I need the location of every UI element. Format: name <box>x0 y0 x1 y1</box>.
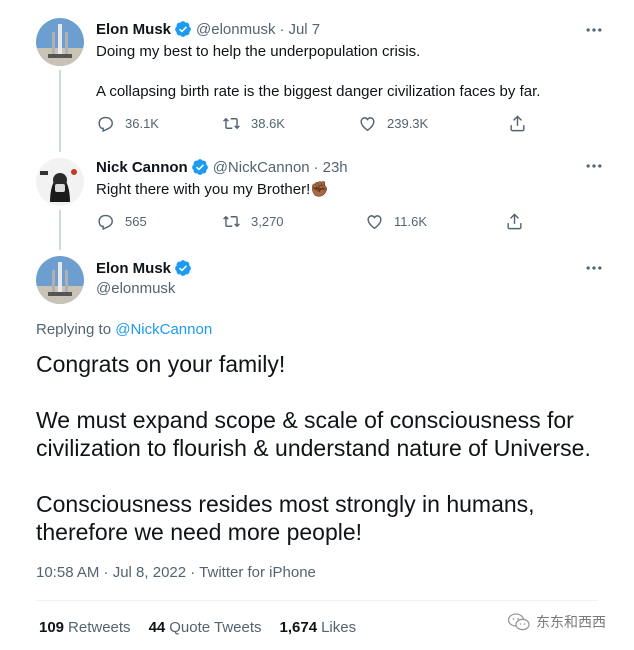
share-icon <box>507 213 522 230</box>
retweet-button[interactable]: 38.6K <box>222 114 358 133</box>
author-handle[interactable]: @elonmusk <box>96 279 175 299</box>
author-handle[interactable]: @elonmusk <box>196 21 275 38</box>
wechat-icon <box>508 613 530 631</box>
verified-badge-icon <box>191 159 208 175</box>
likes-label: Likes <box>321 619 357 636</box>
heart-icon <box>367 215 382 230</box>
main-tweet-text-line: Consciousness resides most strongly in h… <box>36 491 535 517</box>
share-button[interactable] <box>508 114 527 133</box>
main-tweet-text-line: We must expand scope & scale of consciou… <box>36 407 574 433</box>
author-name[interactable]: Nick Cannon <box>96 159 188 176</box>
tweet-header: Nick Cannon @NickCannon · 23h <box>96 158 348 176</box>
retweet-icon <box>223 117 240 130</box>
reply-button[interactable]: 36.1K <box>96 114 222 133</box>
reply-icon <box>98 214 113 231</box>
watermark: 东东和西西 <box>508 612 606 632</box>
engagement-stats: 109 Retweets 44 Quote Tweets 1,674 Likes <box>39 619 374 636</box>
like-count: 11.6K <box>394 214 428 229</box>
more-options-icon[interactable] <box>584 156 604 176</box>
avatar-elon-musk[interactable] <box>36 18 84 66</box>
retweet-button[interactable]: 3,270 <box>222 212 365 231</box>
retweets-stat[interactable]: 109 Retweets <box>39 619 131 636</box>
heart-icon <box>360 117 375 132</box>
more-options-icon[interactable] <box>584 20 604 40</box>
quote-tweets-count: 44 <box>148 619 166 636</box>
tweet-time[interactable]: Jul 7 <box>288 21 320 38</box>
avatar-image <box>36 256 84 304</box>
tweet-text-line: Right there with you my Brother!✊🏾 <box>96 181 329 198</box>
main-tweet-text-line: Congrats on your family! <box>36 351 286 377</box>
likes-count: 1,674 <box>279 619 318 636</box>
main-tweet-text-line: therefore we need more people! <box>36 519 363 545</box>
tweet-actions: 565 3,270 11.6K <box>96 212 524 231</box>
avatar-elon-musk[interactable] <box>36 256 84 304</box>
author-handle[interactable]: @NickCannon <box>213 159 310 176</box>
separator-dot: · <box>279 20 285 38</box>
quote-tweets-label: Quote Tweets <box>169 619 262 636</box>
separator-dot: · <box>313 158 319 176</box>
tweet-text-line: A collapsing birth rate is the biggest d… <box>96 83 541 100</box>
reply-count: 565 <box>125 214 147 229</box>
thread-connector <box>59 70 61 152</box>
tweet-actions: 36.1K 38.6K 239.3K <box>96 114 527 133</box>
replying-to-link[interactable]: @NickCannon <box>115 321 212 338</box>
retweets-label: Retweets <box>68 619 131 636</box>
more-options-icon[interactable] <box>584 258 604 278</box>
quote-tweets-stat[interactable]: 44 Quote Tweets <box>149 619 262 636</box>
tweet-text-line: Doing my best to help the underpopulatio… <box>96 43 421 60</box>
reply-icon <box>98 116 113 133</box>
like-count: 239.3K <box>387 116 429 131</box>
avatar-image <box>36 158 84 206</box>
watermark-text: 东东和西西 <box>536 614 606 630</box>
share-icon <box>510 115 525 132</box>
author-name[interactable]: Elon Musk <box>96 260 171 277</box>
retweet-icon <box>223 215 240 228</box>
replying-to: Replying to @NickCannon <box>36 320 212 340</box>
likes-stat[interactable]: 1,674 Likes <box>280 619 357 636</box>
retweet-count: 3,270 <box>251 214 284 229</box>
like-button[interactable]: 239.3K <box>358 114 508 133</box>
tweet-timestamp[interactable]: 10:58 AM · Jul 8, 2022 · Twitter for iPh… <box>36 564 316 581</box>
tweet-time[interactable]: 23h <box>323 159 348 176</box>
verified-badge-icon <box>175 260 191 276</box>
retweet-count: 38.6K <box>251 116 285 131</box>
main-tweet-text-line: civilization to flourish & understand na… <box>36 435 591 461</box>
avatar-image <box>36 18 84 66</box>
verified-badge-icon <box>175 21 191 37</box>
reply-button[interactable]: 565 <box>96 212 222 231</box>
divider <box>36 600 598 601</box>
main-tweet-header: Elon Musk <box>96 259 196 277</box>
tweet-header: Elon Musk @elonmusk · Jul 7 <box>96 20 320 38</box>
like-button[interactable]: 11.6K <box>365 212 505 231</box>
retweets-count: 109 <box>39 619 65 636</box>
share-button[interactable] <box>505 212 524 231</box>
author-name[interactable]: Elon Musk <box>96 21 171 38</box>
replying-to-prefix: Replying to <box>36 321 116 338</box>
avatar-nick-cannon[interactable] <box>36 158 84 206</box>
thread-connector <box>59 210 61 250</box>
reply-count: 36.1K <box>125 116 159 131</box>
